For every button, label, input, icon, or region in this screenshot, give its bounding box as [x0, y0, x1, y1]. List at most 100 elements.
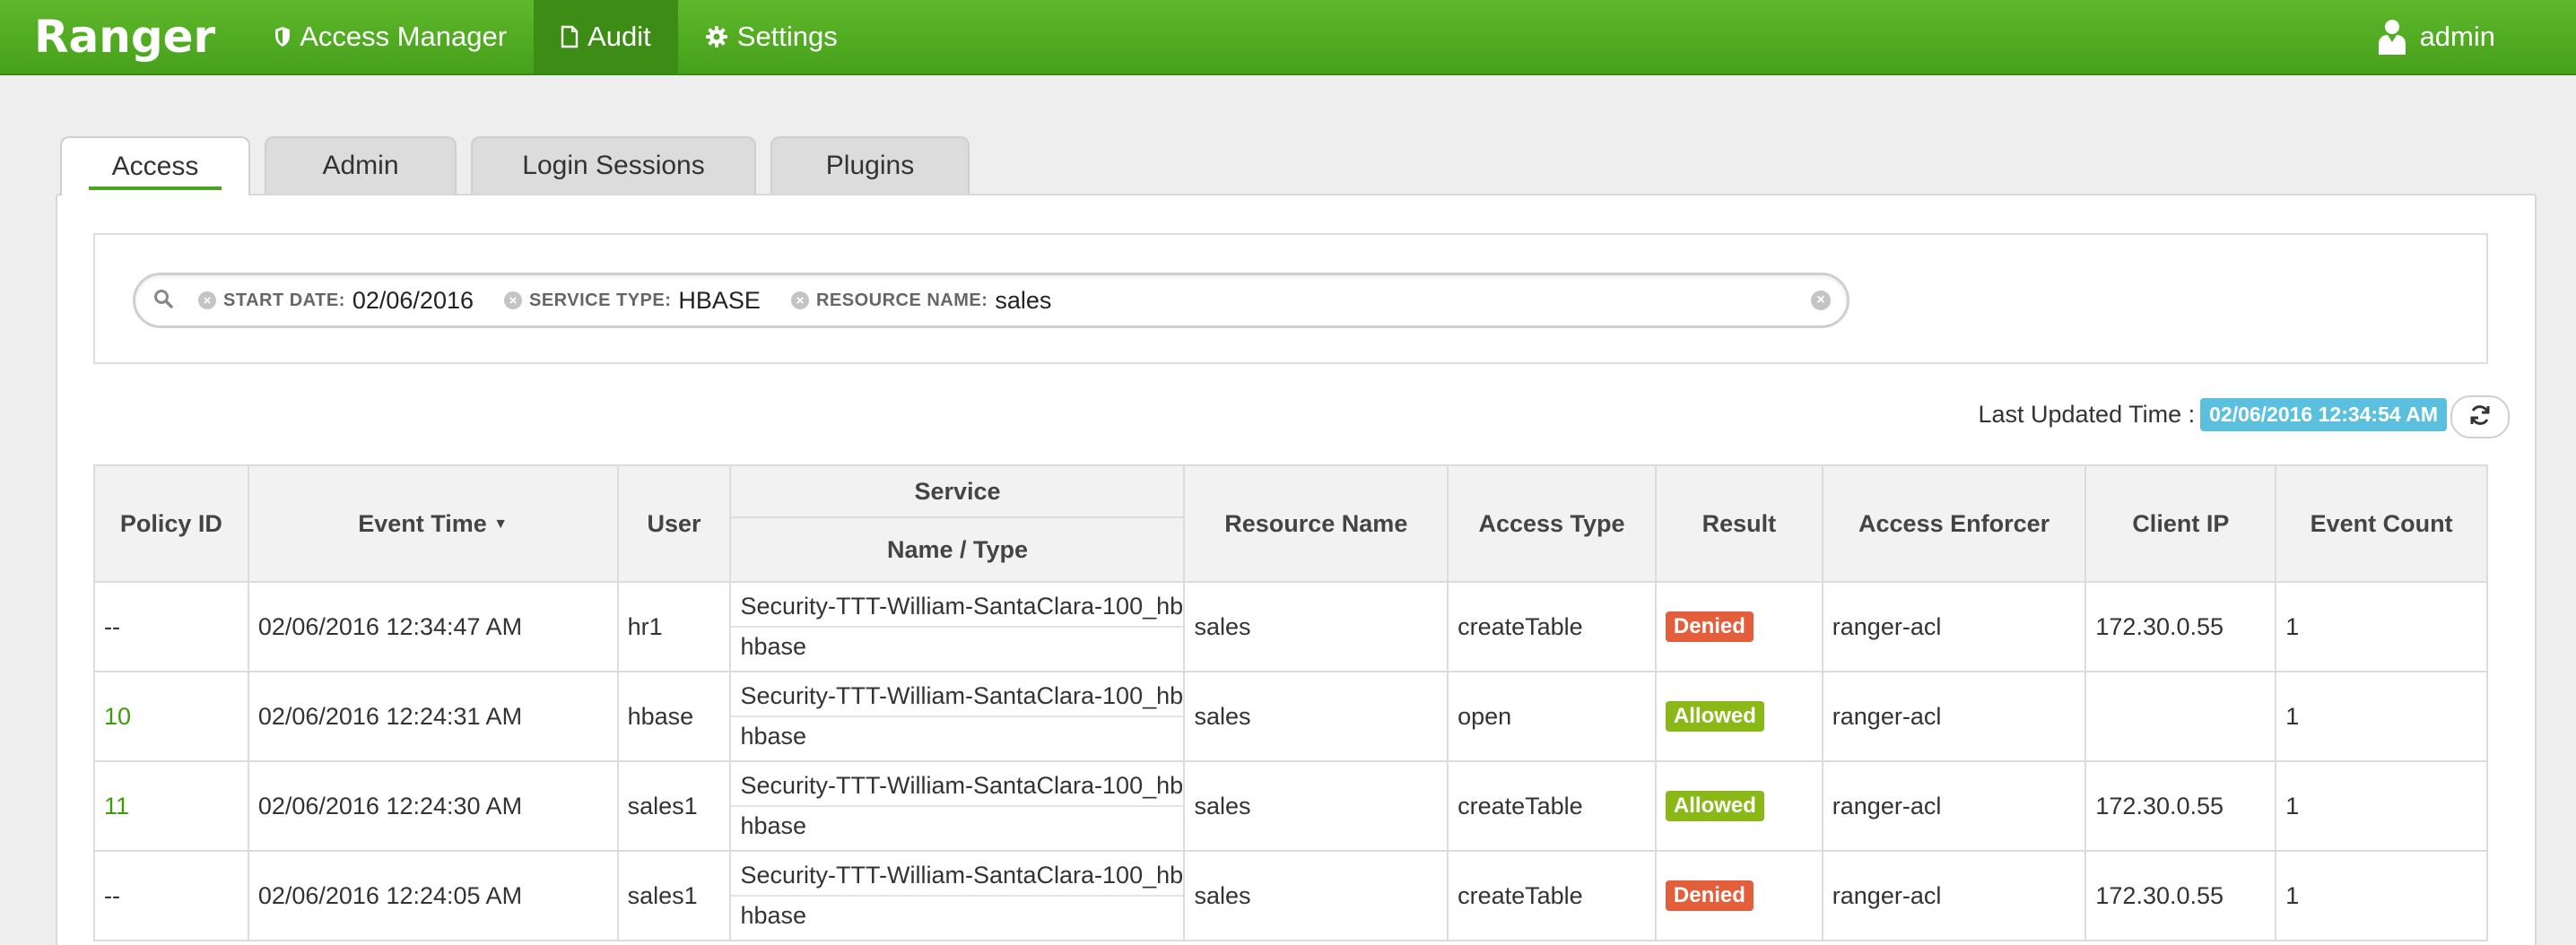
- facet-value[interactable]: HBASE: [678, 287, 761, 315]
- nav-audit[interactable]: Audit: [534, 0, 678, 74]
- service-type: hbase: [740, 633, 807, 660]
- col-user: User: [616, 464, 732, 583]
- facet-category: RESOURCE NAME:: [815, 290, 988, 310]
- table-row[interactable]: 10 02/06/2016 12:24:31 AM hbase Security…: [93, 671, 2488, 762]
- brand-logo[interactable]: Ranger: [0, 0, 248, 74]
- result-badge-denied: Denied: [1665, 880, 1754, 911]
- remove-facet-icon[interactable]: ×: [504, 291, 522, 309]
- nav-audit-label: Audit: [587, 21, 651, 52]
- audit-access-table: Policy ID Event Time ▼ User Service Reso…: [93, 464, 2488, 941]
- facet-start-date[interactable]: × START DATE: 02/06/2016: [198, 287, 474, 315]
- cell-service: Security-TTT-William-SantaClara-100_hbas…: [729, 581, 1186, 672]
- cell-result: Denied: [1654, 850, 1823, 941]
- service-type: hbase: [740, 902, 807, 929]
- table-row[interactable]: -- 02/06/2016 12:34:47 AM hr1 Security-T…: [93, 581, 2488, 672]
- cell-result: Allowed: [1654, 671, 1823, 762]
- facet-value[interactable]: 02/06/2016: [352, 287, 474, 315]
- policy-id-link[interactable]: 11: [104, 793, 129, 819]
- refresh-button[interactable]: [2450, 395, 2510, 438]
- cell-access-type: createTable: [1447, 760, 1657, 852]
- search-container: × START DATE: 02/06/2016 × SERVICE TYPE:…: [93, 233, 2488, 364]
- cell-event-count: 1: [2275, 850, 2488, 941]
- tab-admin[interactable]: Admin: [265, 136, 457, 194]
- cell-access-type: createTable: [1447, 581, 1657, 672]
- last-updated-badge: 02/06/2016 12:34:54 AM: [2200, 398, 2447, 431]
- result-badge-allowed: Allowed: [1665, 701, 1764, 732]
- facet-value[interactable]: sales: [995, 287, 1051, 315]
- table-row[interactable]: -- 02/06/2016 12:24:05 AM sales1 Securit…: [93, 850, 2488, 941]
- cell-event-count: 1: [2275, 760, 2488, 852]
- shield-icon: [274, 26, 291, 48]
- cell-client-ip: 172.30.0.55: [2084, 581, 2277, 672]
- cell-resource-name: sales: [1183, 581, 1449, 672]
- cell-event-count: 1: [2275, 581, 2488, 672]
- cell-policy-id: --: [93, 581, 249, 672]
- cell-access-type: open: [1447, 671, 1657, 762]
- cell-event-time: 02/06/2016 12:24:31 AM: [247, 671, 619, 762]
- cell-access-enforcer: ranger-acl: [1821, 850, 2087, 941]
- refresh-icon: [2468, 403, 2492, 431]
- facet-service-type[interactable]: × SERVICE TYPE: HBASE: [504, 287, 761, 315]
- cell-user: sales1: [616, 850, 732, 941]
- service-name: Security-TTT-William-SantaClara-100_hbas…: [731, 675, 1184, 717]
- cell-access-enforcer: ranger-acl: [1821, 671, 2087, 762]
- col-policy-id: Policy ID: [93, 464, 249, 583]
- col-access-type: Access Type: [1447, 464, 1657, 583]
- last-updated-label: Last Updated Time :: [1978, 401, 2196, 428]
- service-type: hbase: [740, 812, 807, 839]
- cell-access-type: createTable: [1447, 850, 1657, 941]
- cell-user: hr1: [616, 581, 732, 672]
- col-result: Result: [1654, 464, 1823, 583]
- result-badge-denied: Denied: [1665, 611, 1754, 642]
- cell-client-ip: 172.30.0.55: [2084, 850, 2277, 941]
- audit-panel: × START DATE: 02/06/2016 × SERVICE TYPE:…: [56, 194, 2537, 945]
- user-name: admin: [2419, 21, 2495, 52]
- facet-category: START DATE:: [223, 290, 345, 310]
- cell-policy-id: --: [93, 850, 249, 941]
- nav-settings[interactable]: Settings: [678, 0, 865, 74]
- cell-client-ip: [2084, 671, 2277, 762]
- top-navbar: Ranger Access Manager Audit Settings adm…: [0, 0, 2576, 75]
- cell-event-time: 02/06/2016 12:24:30 AM: [247, 760, 619, 852]
- service-name: Security-TTT-William-SantaClara-100_hbas…: [731, 854, 1184, 897]
- audit-tabs: Access Admin Login Sessions Plugins: [60, 136, 970, 195]
- table-row[interactable]: 11 02/06/2016 12:24:30 AM sales1 Securit…: [93, 760, 2488, 852]
- service-name: Security-TTT-William-SantaClara-100_hbas…: [731, 585, 1184, 628]
- col-event-time[interactable]: Event Time ▼: [247, 464, 619, 583]
- result-badge-allowed: Allowed: [1665, 791, 1764, 821]
- last-updated: Last Updated Time : 02/06/2016 12:34:54 …: [1978, 398, 2447, 431]
- nav-access-manager-label: Access Manager: [300, 21, 508, 52]
- cell-service: Security-TTT-William-SantaClara-100_hbas…: [729, 760, 1186, 852]
- user-icon: [2377, 19, 2407, 55]
- facet-resource-name[interactable]: × RESOURCE NAME: sales: [790, 287, 1051, 315]
- col-client-ip: Client IP: [2084, 464, 2277, 583]
- user-menu[interactable]: admin: [2377, 0, 2576, 74]
- tab-plugins[interactable]: Plugins: [770, 136, 970, 194]
- col-event-time-label: Event Time: [358, 509, 487, 537]
- visual-search-bar[interactable]: × START DATE: 02/06/2016 × SERVICE TYPE:…: [133, 273, 1849, 328]
- file-icon: [561, 25, 579, 48]
- remove-facet-icon[interactable]: ×: [198, 291, 216, 309]
- cell-event-count: 1: [2275, 671, 2488, 762]
- service-name: Security-TTT-William-SantaClara-100_hbas…: [731, 765, 1184, 807]
- tab-access[interactable]: Access: [60, 136, 250, 195]
- cell-service: Security-TTT-William-SantaClara-100_hbas…: [729, 850, 1186, 941]
- tab-login-sessions[interactable]: Login Sessions: [471, 136, 756, 194]
- clear-search-icon[interactable]: ×: [1811, 290, 1831, 310]
- cell-resource-name: sales: [1183, 850, 1449, 941]
- cell-event-time: 02/06/2016 12:24:05 AM: [247, 850, 619, 941]
- cell-user: hbase: [616, 671, 732, 762]
- service-type: hbase: [740, 723, 807, 750]
- facet-category: SERVICE TYPE:: [529, 290, 672, 310]
- cell-user: sales1: [616, 760, 732, 852]
- cell-access-enforcer: ranger-acl: [1821, 581, 2087, 672]
- cell-event-time: 02/06/2016 12:34:47 AM: [247, 581, 619, 672]
- col-event-count: Event Count: [2275, 464, 2488, 583]
- cell-result: Allowed: [1654, 760, 1823, 852]
- cell-client-ip: 172.30.0.55: [2084, 760, 2277, 852]
- nav-access-manager[interactable]: Access Manager: [248, 0, 534, 74]
- col-access-enforcer: Access Enforcer: [1821, 464, 2087, 583]
- policy-id-link[interactable]: 10: [104, 703, 131, 730]
- remove-facet-icon[interactable]: ×: [790, 291, 809, 309]
- cell-result: Denied: [1654, 581, 1823, 672]
